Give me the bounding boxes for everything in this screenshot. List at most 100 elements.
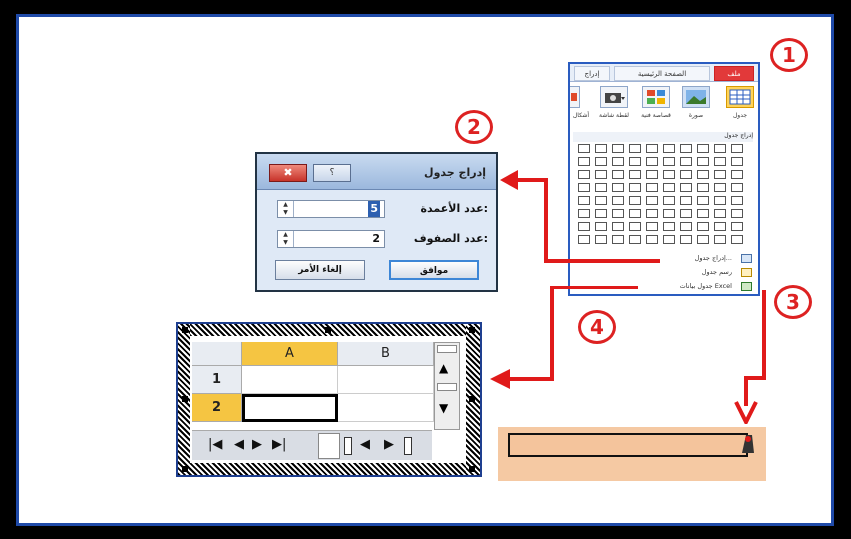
grid-cell[interactable] — [629, 157, 641, 166]
hscroll-left-handle[interactable] — [344, 437, 352, 455]
column-header-b[interactable]: B — [338, 342, 434, 366]
grid-cell[interactable] — [578, 196, 590, 205]
tab-file[interactable]: ملف — [714, 66, 754, 81]
grid-cell[interactable] — [714, 196, 726, 205]
hscroll-right-handle[interactable] — [404, 437, 412, 455]
rows-stepper[interactable]: ▲ ▼ 2 — [277, 230, 385, 248]
grid-cell[interactable] — [680, 196, 692, 205]
columns-spin-arrows-icon[interactable]: ▲ ▼ — [278, 201, 294, 217]
grid-cell[interactable] — [714, 157, 726, 166]
grid-cell[interactable] — [646, 235, 658, 244]
grid-cell[interactable] — [697, 209, 709, 218]
resize-handle-left[interactable] — [182, 396, 188, 402]
resize-handle-tl[interactable] — [182, 327, 188, 333]
select-all-corner[interactable] — [192, 342, 242, 366]
grid-cell[interactable] — [731, 209, 743, 218]
tab-insert[interactable]: إدراج — [574, 66, 610, 81]
grid-cell[interactable] — [612, 170, 624, 179]
grid-cell[interactable] — [595, 144, 607, 153]
grid-cell[interactable] — [697, 144, 709, 153]
screenshot-button[interactable] — [600, 86, 628, 108]
grid-cell[interactable] — [731, 222, 743, 231]
grid-cell[interactable] — [697, 170, 709, 179]
menu-item-draw-table[interactable]: رسم جدول — [570, 266, 758, 279]
resize-handle-tr[interactable] — [469, 327, 475, 333]
grid-cell[interactable] — [697, 157, 709, 166]
grid-cell[interactable] — [731, 157, 743, 166]
grid-cell[interactable] — [629, 144, 641, 153]
grid-cell[interactable] — [629, 235, 641, 244]
grid-cell[interactable] — [646, 183, 658, 192]
grid-cell[interactable] — [595, 183, 607, 192]
clipart-button[interactable] — [642, 86, 670, 108]
grid-cell[interactable] — [680, 222, 692, 231]
grid-cell[interactable] — [595, 196, 607, 205]
grid-cell[interactable] — [697, 235, 709, 244]
hscroll-left-icon[interactable]: ◀ — [360, 437, 370, 453]
vertical-scrollbar[interactable]: ▲ ▼ — [434, 342, 460, 430]
grid-cell[interactable] — [629, 222, 641, 231]
sheet-tab-split-box[interactable] — [318, 433, 340, 459]
grid-cell[interactable] — [663, 170, 675, 179]
grid-cell[interactable] — [714, 222, 726, 231]
grid-cell[interactable] — [612, 209, 624, 218]
grid-cell[interactable] — [646, 209, 658, 218]
grid-cell[interactable] — [731, 144, 743, 153]
grid-cell[interactable] — [578, 144, 590, 153]
grid-cell[interactable] — [680, 170, 692, 179]
grid-cell[interactable] — [646, 196, 658, 205]
grid-cell[interactable] — [646, 144, 658, 153]
spreadsheet-placeholder-box[interactable] — [508, 433, 748, 457]
grid-cell[interactable] — [680, 209, 692, 218]
grid-cell[interactable] — [629, 196, 641, 205]
table-button[interactable] — [726, 86, 754, 108]
grid-cell[interactable] — [697, 222, 709, 231]
grid-cell[interactable] — [714, 235, 726, 244]
grid-cell[interactable] — [595, 157, 607, 166]
grid-cell[interactable] — [714, 144, 726, 153]
grid-cell[interactable] — [697, 196, 709, 205]
grid-cell[interactable] — [612, 144, 624, 153]
grid-cell[interactable] — [578, 157, 590, 166]
grid-cell[interactable] — [663, 209, 675, 218]
resize-handle-right[interactable] — [469, 396, 475, 402]
scroll-down-icon[interactable]: ▼ — [439, 401, 448, 415]
grid-cell[interactable] — [578, 235, 590, 244]
grid-cell[interactable] — [680, 183, 692, 192]
resize-handle-br[interactable] — [469, 466, 475, 472]
grid-cell[interactable] — [629, 209, 641, 218]
rows-value[interactable]: 2 — [372, 231, 380, 247]
ok-button[interactable]: موافق — [389, 260, 479, 280]
grid-cell[interactable] — [697, 183, 709, 192]
cell-a1[interactable] — [242, 366, 338, 394]
grid-cell[interactable] — [612, 157, 624, 166]
help-button[interactable]: ؟ — [313, 164, 351, 182]
grid-cell[interactable] — [646, 157, 658, 166]
scroll-up-icon[interactable]: ▲ — [439, 361, 448, 375]
grid-cell[interactable] — [714, 170, 726, 179]
grid-cell[interactable] — [612, 235, 624, 244]
scroll-split-handle[interactable] — [437, 345, 457, 353]
grid-cell[interactable] — [731, 235, 743, 244]
grid-cell[interactable] — [595, 209, 607, 218]
first-sheet-icon[interactable]: |◀ — [208, 437, 222, 453]
resize-handle-bl[interactable] — [182, 466, 188, 472]
cell-a2-active[interactable] — [242, 394, 338, 422]
tab-home[interactable]: الصفحة الرئيسية — [614, 66, 710, 81]
grid-cell[interactable] — [578, 170, 590, 179]
columns-value[interactable]: 5 — [368, 201, 380, 217]
grid-cell[interactable] — [578, 222, 590, 231]
close-button[interactable]: ✖ — [269, 164, 307, 182]
grid-cell[interactable] — [578, 209, 590, 218]
row-header-2[interactable]: 2 — [192, 394, 242, 422]
grid-cell[interactable] — [646, 222, 658, 231]
picture-button[interactable] — [682, 86, 710, 108]
last-sheet-icon[interactable]: ▶| — [272, 437, 286, 453]
shapes-button[interactable] — [570, 86, 580, 108]
grid-cell[interactable] — [680, 157, 692, 166]
cell-b1[interactable] — [338, 366, 434, 394]
grid-cell[interactable] — [714, 183, 726, 192]
grid-cell[interactable] — [680, 144, 692, 153]
grid-cell[interactable] — [663, 222, 675, 231]
grid-cell[interactable] — [731, 183, 743, 192]
